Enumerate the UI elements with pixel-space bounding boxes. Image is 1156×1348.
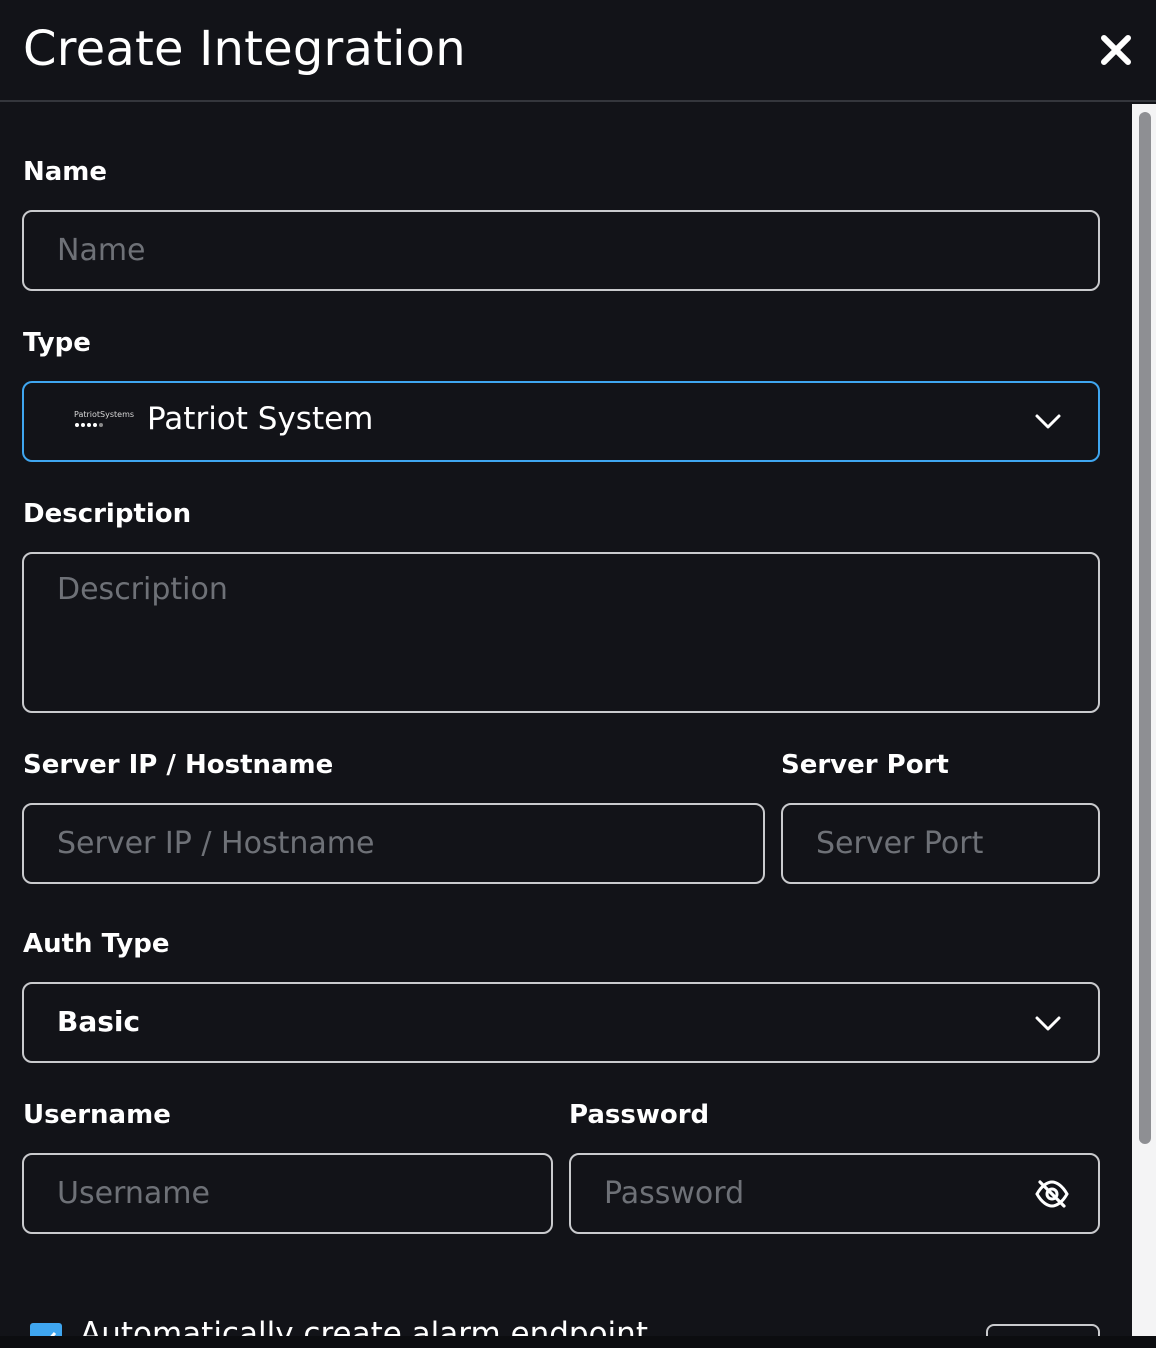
- scrollbar-thumb[interactable]: [1139, 112, 1151, 1144]
- logo-text: PatriotSystems: [74, 410, 135, 419]
- patriot-systems-logo: PatriotSystems: [74, 410, 135, 432]
- endpoint-action-button[interactable]: [986, 1324, 1100, 1336]
- password-input[interactable]: [571, 1155, 1098, 1232]
- description-field-box: [22, 552, 1100, 713]
- name-input[interactable]: [24, 212, 1098, 289]
- server-host-field-box: [22, 803, 765, 884]
- close-button[interactable]: [1096, 30, 1136, 70]
- type-selected-value: Patriot System: [147, 401, 374, 437]
- auth-type-select[interactable]: Basic: [22, 982, 1100, 1063]
- logo-dots-icon: [75, 423, 103, 427]
- type-label: Type: [23, 328, 91, 358]
- auto-endpoint-checkbox[interactable]: [30, 1323, 62, 1336]
- name-field-box: [22, 210, 1100, 291]
- dialog-title: Create Integration: [23, 21, 466, 77]
- description-label: Description: [23, 499, 192, 529]
- chevron-down-icon: [1035, 1016, 1061, 1031]
- server-port-field-box: [781, 803, 1100, 884]
- username-field-box: [22, 1153, 553, 1234]
- username-input[interactable]: [24, 1155, 551, 1232]
- description-textarea[interactable]: [24, 554, 1098, 711]
- auth-type-selected-value: Basic: [57, 1005, 141, 1038]
- username-label: Username: [23, 1100, 171, 1130]
- auth-type-label: Auth Type: [23, 929, 170, 959]
- server-port-input[interactable]: [783, 805, 1098, 882]
- server-port-label: Server Port: [781, 750, 949, 780]
- eye-off-icon[interactable]: [1034, 1179, 1070, 1209]
- password-field-box: [569, 1153, 1100, 1234]
- server-host-label: Server IP / Hostname: [23, 750, 334, 780]
- dialog-body: Name Type PatriotSystems Patriot System …: [0, 104, 1132, 1336]
- chevron-down-icon: [1035, 414, 1061, 429]
- close-icon: [1101, 35, 1131, 65]
- dialog-bottom-edge: [0, 1336, 1156, 1348]
- type-select[interactable]: PatriotSystems Patriot System: [22, 381, 1100, 462]
- dialog-header: Create Integration: [0, 0, 1156, 102]
- scrollbar[interactable]: [1132, 104, 1156, 1336]
- checkmark-icon: [50, 1331, 57, 1336]
- password-label: Password: [569, 1100, 710, 1130]
- auto-endpoint-label: Automatically create alarm endpoint: [80, 1316, 648, 1336]
- name-label: Name: [23, 157, 108, 187]
- server-host-input[interactable]: [24, 805, 763, 882]
